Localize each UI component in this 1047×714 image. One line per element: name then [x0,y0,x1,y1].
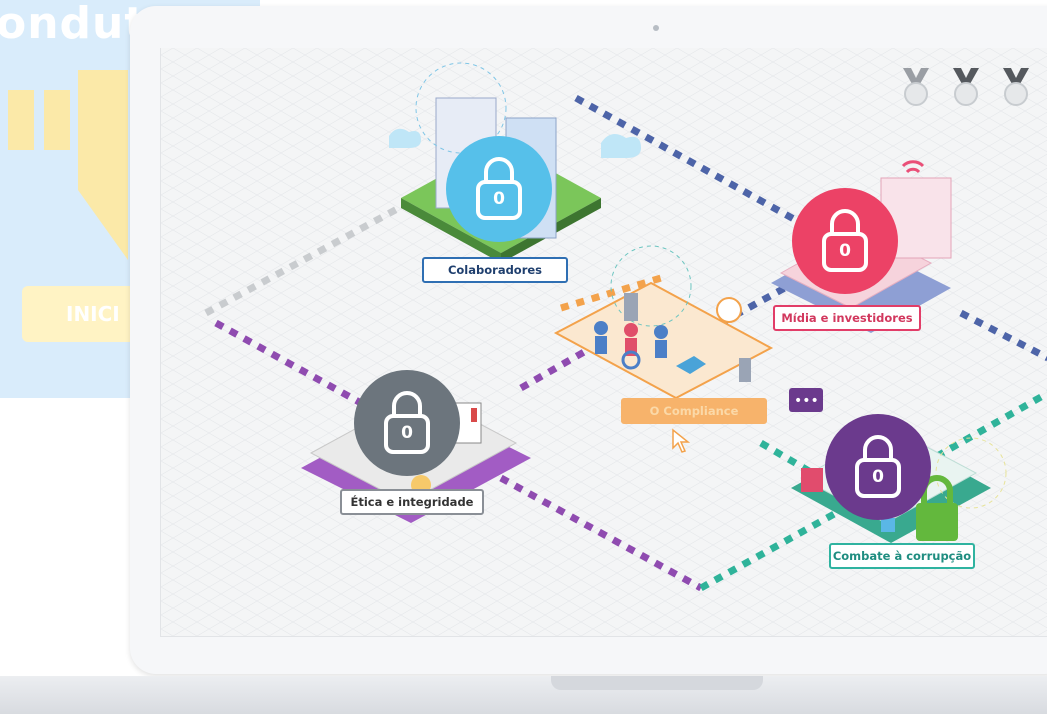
combate-label[interactable]: Combate à corrupção [829,543,975,569]
etica-lock[interactable]: 0 [354,370,460,476]
svg-text:•••: ••• [794,393,819,409]
etica-label[interactable]: Ética e integridade [340,489,484,515]
badge-1-medal-icon [903,68,929,106]
colaboradores-count: 0 [493,189,505,209]
badge-2-medal-icon [953,68,979,106]
etica-count: 0 [401,423,413,443]
compliance-label[interactable]: O Compliance [621,398,767,424]
background-logo-shape [8,70,128,260]
midia-lock[interactable]: 0 [792,188,898,294]
combate-lock[interactable]: 0 [825,414,931,520]
combate-count: 0 [872,467,884,487]
laptop-base [0,676,1047,714]
webcam-icon [653,25,659,31]
colaboradores-label[interactable]: Colaboradores [422,257,568,283]
laptop-notch [551,676,763,690]
game-map-screen: ••• 0 0 0 0 Colaboradores Mídia e invest… [160,48,1047,637]
badge-3-medal-icon [1003,68,1029,106]
colaboradores-lock[interactable]: 0 [446,136,552,242]
midia-label[interactable]: Mídia e investidores [773,305,921,331]
midia-count: 0 [839,241,851,261]
